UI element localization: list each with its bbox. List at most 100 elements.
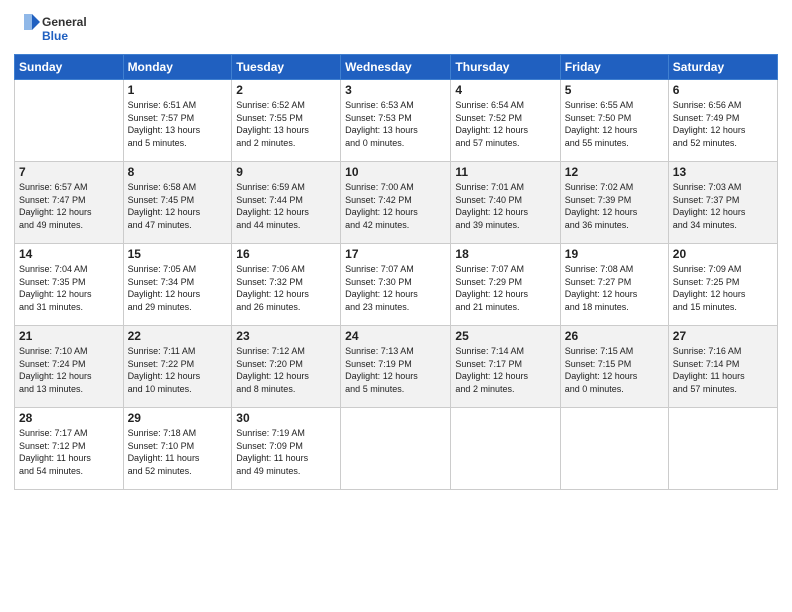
cell-info: Sunrise: 7:03 AM Sunset: 7:37 PM Dayligh… bbox=[673, 181, 773, 231]
cell-info: Sunrise: 6:56 AM Sunset: 7:49 PM Dayligh… bbox=[673, 99, 773, 149]
day-number: 22 bbox=[128, 329, 228, 343]
calendar-week-row: 1Sunrise: 6:51 AM Sunset: 7:57 PM Daylig… bbox=[15, 80, 778, 162]
cell-info: Sunrise: 6:54 AM Sunset: 7:52 PM Dayligh… bbox=[455, 99, 555, 149]
cell-info: Sunrise: 7:17 AM Sunset: 7:12 PM Dayligh… bbox=[19, 427, 119, 477]
logo: General Blue bbox=[14, 10, 104, 46]
cell-info: Sunrise: 7:19 AM Sunset: 7:09 PM Dayligh… bbox=[236, 427, 336, 477]
day-number: 19 bbox=[565, 247, 664, 261]
calendar-cell: 27 Sunrise: 7:16 AM Sunset: 7:14 PM Dayli… bbox=[668, 326, 777, 408]
calendar-cell: 30 Sunrise: 7:19 AM Sunset: 7:09 PM Dayli… bbox=[232, 408, 341, 490]
day-number: 30 bbox=[236, 411, 336, 425]
calendar-cell: 26Sunrise: 7:15 AM Sunset: 7:15 PM Dayli… bbox=[560, 326, 668, 408]
cell-info: Sunrise: 6:57 AM Sunset: 7:47 PM Dayligh… bbox=[19, 181, 119, 231]
calendar-cell: 18 Sunrise: 7:07 AM Sunset: 7:29 PM Dayli… bbox=[451, 244, 560, 326]
day-number: 13 bbox=[673, 165, 773, 179]
calendar-cell: 15Sunrise: 7:05 AM Sunset: 7:34 PM Dayli… bbox=[123, 244, 232, 326]
cell-info: Sunrise: 6:53 AM Sunset: 7:53 PM Dayligh… bbox=[345, 99, 446, 149]
calendar-header-row: SundayMondayTuesdayWednesdayThursdayFrid… bbox=[15, 55, 778, 80]
day-number: 18 bbox=[455, 247, 555, 261]
calendar-cell bbox=[341, 408, 451, 490]
day-number: 4 bbox=[455, 83, 555, 97]
day-number: 29 bbox=[128, 411, 228, 425]
calendar-cell: 23 Sunrise: 7:12 AM Sunset: 7:20 PM Dayli… bbox=[232, 326, 341, 408]
calendar-cell: 28 Sunrise: 7:17 AM Sunset: 7:12 PM Dayli… bbox=[15, 408, 124, 490]
calendar-cell bbox=[15, 80, 124, 162]
calendar-cell: 1Sunrise: 6:51 AM Sunset: 7:57 PM Daylig… bbox=[123, 80, 232, 162]
calendar-cell bbox=[560, 408, 668, 490]
calendar-cell: 20 Sunrise: 7:09 AM Sunset: 7:25 PM Dayli… bbox=[668, 244, 777, 326]
cell-info: Sunrise: 7:04 AM Sunset: 7:35 PM Dayligh… bbox=[19, 263, 119, 313]
cell-info: Sunrise: 6:51 AM Sunset: 7:57 PM Dayligh… bbox=[128, 99, 228, 149]
day-number: 17 bbox=[345, 247, 446, 261]
calendar-cell: 13 Sunrise: 7:03 AM Sunset: 7:37 PM Dayli… bbox=[668, 162, 777, 244]
logo-svg: General Blue bbox=[14, 10, 104, 46]
svg-text:Blue: Blue bbox=[42, 29, 68, 43]
cell-info: Sunrise: 7:00 AM Sunset: 7:42 PM Dayligh… bbox=[345, 181, 446, 231]
calendar-cell: 29 Sunrise: 7:18 AM Sunset: 7:10 PM Dayli… bbox=[123, 408, 232, 490]
calendar-cell: 2 Sunrise: 6:52 AM Sunset: 7:55 PM Daylig… bbox=[232, 80, 341, 162]
day-number: 20 bbox=[673, 247, 773, 261]
day-number: 27 bbox=[673, 329, 773, 343]
calendar-week-row: 21Sunrise: 7:10 AM Sunset: 7:24 PM Dayli… bbox=[15, 326, 778, 408]
day-number: 10 bbox=[345, 165, 446, 179]
day-number: 24 bbox=[345, 329, 446, 343]
cell-info: Sunrise: 7:09 AM Sunset: 7:25 PM Dayligh… bbox=[673, 263, 773, 313]
calendar-cell: 5 Sunrise: 6:55 AM Sunset: 7:50 PM Daylig… bbox=[560, 80, 668, 162]
calendar-cell: 25 Sunrise: 7:14 AM Sunset: 7:17 PM Dayli… bbox=[451, 326, 560, 408]
day-number: 16 bbox=[236, 247, 336, 261]
calendar-cell: 24 Sunrise: 7:13 AM Sunset: 7:19 PM Dayli… bbox=[341, 326, 451, 408]
cell-info: Sunrise: 6:59 AM Sunset: 7:44 PM Dayligh… bbox=[236, 181, 336, 231]
weekday-header: Monday bbox=[123, 55, 232, 80]
cell-info: Sunrise: 7:02 AM Sunset: 7:39 PM Dayligh… bbox=[565, 181, 664, 231]
calendar-cell: 6 Sunrise: 6:56 AM Sunset: 7:49 PM Daylig… bbox=[668, 80, 777, 162]
calendar-week-row: 14 Sunrise: 7:04 AM Sunset: 7:35 PM Dayli… bbox=[15, 244, 778, 326]
weekday-header: Thursday bbox=[451, 55, 560, 80]
calendar-cell: 22Sunrise: 7:11 AM Sunset: 7:22 PM Dayli… bbox=[123, 326, 232, 408]
weekday-header: Wednesday bbox=[341, 55, 451, 80]
cell-info: Sunrise: 7:10 AM Sunset: 7:24 PM Dayligh… bbox=[19, 345, 119, 395]
day-number: 5 bbox=[565, 83, 664, 97]
cell-info: Sunrise: 6:55 AM Sunset: 7:50 PM Dayligh… bbox=[565, 99, 664, 149]
day-number: 7 bbox=[19, 165, 119, 179]
day-number: 26 bbox=[565, 329, 664, 343]
calendar-week-row: 28 Sunrise: 7:17 AM Sunset: 7:12 PM Dayli… bbox=[15, 408, 778, 490]
cell-info: Sunrise: 7:16 AM Sunset: 7:14 PM Dayligh… bbox=[673, 345, 773, 395]
calendar-cell: 17 Sunrise: 7:07 AM Sunset: 7:30 PM Dayli… bbox=[341, 244, 451, 326]
cell-info: Sunrise: 7:01 AM Sunset: 7:40 PM Dayligh… bbox=[455, 181, 555, 231]
cell-info: Sunrise: 7:05 AM Sunset: 7:34 PM Dayligh… bbox=[128, 263, 228, 313]
calendar-cell: 19 Sunrise: 7:08 AM Sunset: 7:27 PM Dayli… bbox=[560, 244, 668, 326]
day-number: 9 bbox=[236, 165, 336, 179]
cell-info: Sunrise: 6:58 AM Sunset: 7:45 PM Dayligh… bbox=[128, 181, 228, 231]
day-number: 28 bbox=[19, 411, 119, 425]
cell-info: Sunrise: 7:07 AM Sunset: 7:30 PM Dayligh… bbox=[345, 263, 446, 313]
cell-info: Sunrise: 7:08 AM Sunset: 7:27 PM Dayligh… bbox=[565, 263, 664, 313]
cell-info: Sunrise: 7:13 AM Sunset: 7:19 PM Dayligh… bbox=[345, 345, 446, 395]
cell-info: Sunrise: 6:52 AM Sunset: 7:55 PM Dayligh… bbox=[236, 99, 336, 149]
calendar-cell: 10 Sunrise: 7:00 AM Sunset: 7:42 PM Dayli… bbox=[341, 162, 451, 244]
calendar-cell: 3 Sunrise: 6:53 AM Sunset: 7:53 PM Daylig… bbox=[341, 80, 451, 162]
weekday-header: Saturday bbox=[668, 55, 777, 80]
calendar-cell: 12Sunrise: 7:02 AM Sunset: 7:39 PM Dayli… bbox=[560, 162, 668, 244]
calendar-cell: 16 Sunrise: 7:06 AM Sunset: 7:32 PM Dayli… bbox=[232, 244, 341, 326]
day-number: 6 bbox=[673, 83, 773, 97]
weekday-header: Friday bbox=[560, 55, 668, 80]
calendar-cell: 11Sunrise: 7:01 AM Sunset: 7:40 PM Dayli… bbox=[451, 162, 560, 244]
calendar-cell bbox=[451, 408, 560, 490]
day-number: 8 bbox=[128, 165, 228, 179]
calendar-cell: 14 Sunrise: 7:04 AM Sunset: 7:35 PM Dayli… bbox=[15, 244, 124, 326]
calendar-cell: 21Sunrise: 7:10 AM Sunset: 7:24 PM Dayli… bbox=[15, 326, 124, 408]
cell-info: Sunrise: 7:14 AM Sunset: 7:17 PM Dayligh… bbox=[455, 345, 555, 395]
cell-info: Sunrise: 7:06 AM Sunset: 7:32 PM Dayligh… bbox=[236, 263, 336, 313]
calendar-cell: 4 Sunrise: 6:54 AM Sunset: 7:52 PM Daylig… bbox=[451, 80, 560, 162]
day-number: 25 bbox=[455, 329, 555, 343]
cell-info: Sunrise: 7:12 AM Sunset: 7:20 PM Dayligh… bbox=[236, 345, 336, 395]
day-number: 14 bbox=[19, 247, 119, 261]
day-number: 2 bbox=[236, 83, 336, 97]
cell-info: Sunrise: 7:18 AM Sunset: 7:10 PM Dayligh… bbox=[128, 427, 228, 477]
calendar-table: SundayMondayTuesdayWednesdayThursdayFrid… bbox=[14, 54, 778, 490]
calendar-cell: 9 Sunrise: 6:59 AM Sunset: 7:44 PM Daylig… bbox=[232, 162, 341, 244]
day-number: 3 bbox=[345, 83, 446, 97]
svg-text:General: General bbox=[42, 15, 87, 29]
cell-info: Sunrise: 7:07 AM Sunset: 7:29 PM Dayligh… bbox=[455, 263, 555, 313]
day-number: 23 bbox=[236, 329, 336, 343]
